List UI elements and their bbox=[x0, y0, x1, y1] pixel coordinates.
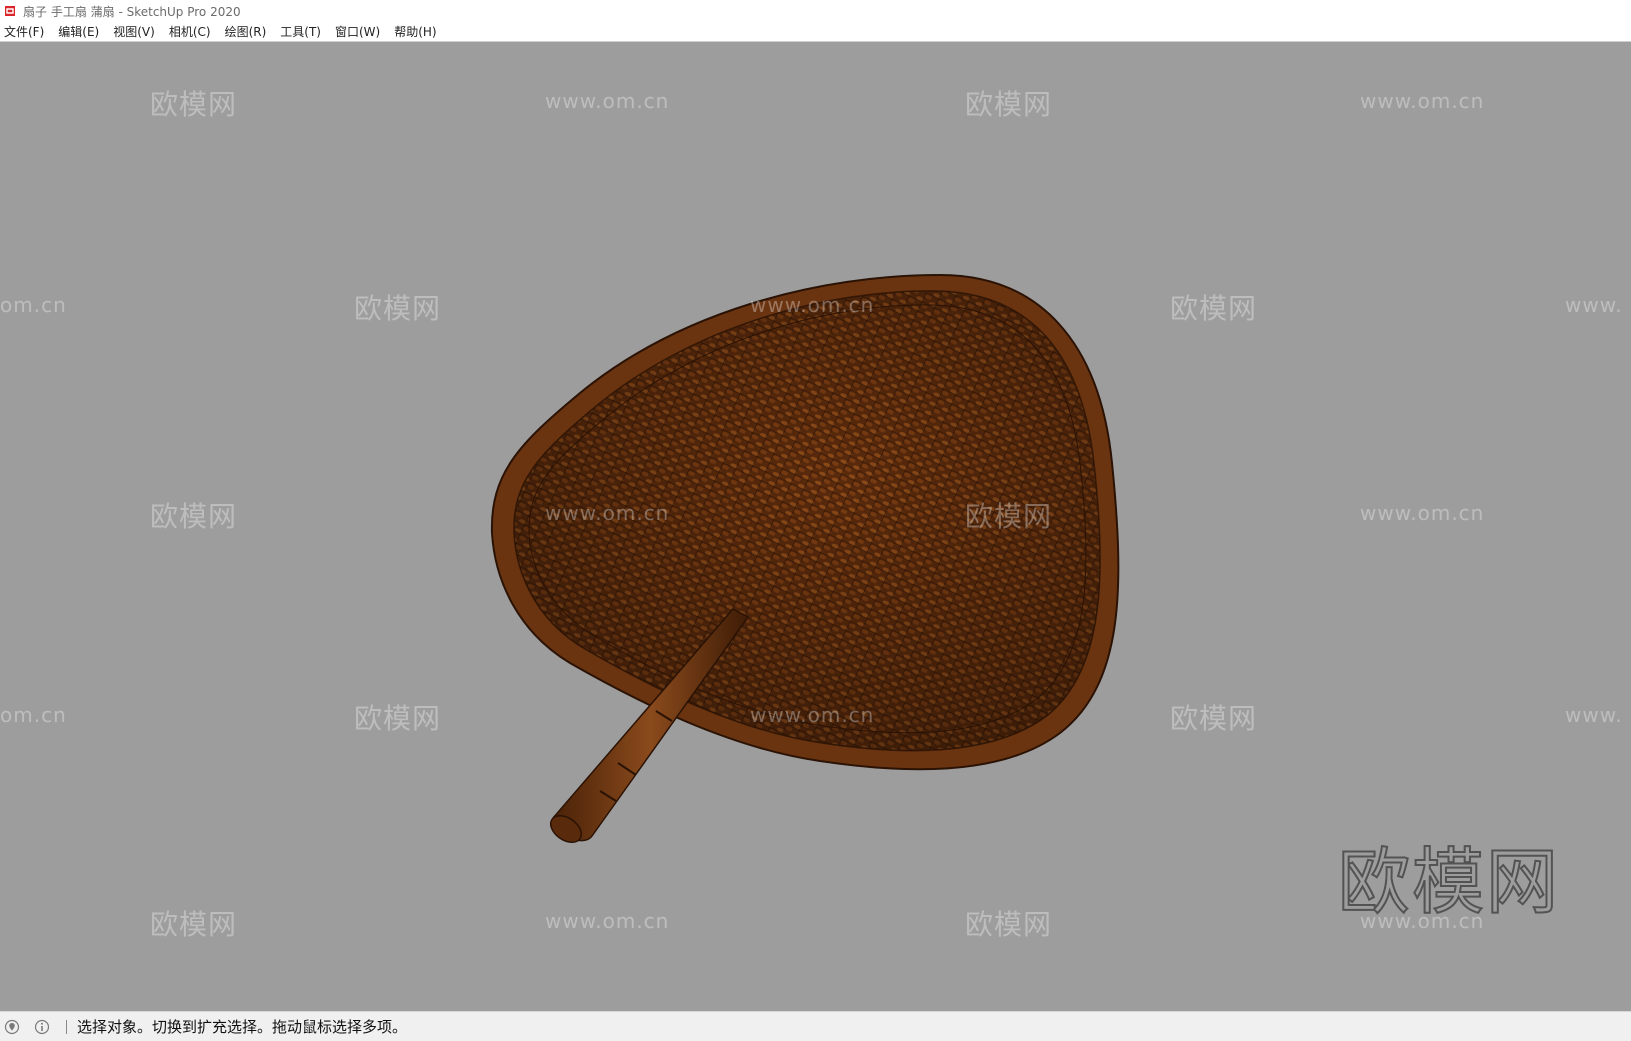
watermark-url: www.om.cn bbox=[545, 89, 670, 113]
window-title: 扇子 手工扇 蒲扇 - SketchUp Pro 2020 bbox=[23, 4, 241, 19]
sketchup-logo-icon bbox=[5, 6, 15, 16]
watermark-url: www.om.cn bbox=[750, 703, 875, 727]
watermark-brand: 欧模网 bbox=[150, 500, 238, 533]
watermark-url: www.om.cn bbox=[1360, 89, 1485, 113]
title-bar: 扇子 手工扇 蒲扇 - SketchUp Pro 2020 bbox=[0, 0, 1631, 22]
status-divider bbox=[66, 1019, 67, 1034]
menu-bar: 文件(F) 编辑(E) 视图(V) 相机(C) 绘图(R) 工具(T) 窗口(W… bbox=[0, 22, 1631, 42]
watermark-brand: 欧模网 bbox=[354, 702, 442, 735]
watermark-url: www.om.cn bbox=[545, 501, 670, 525]
watermark-brand: 欧模网 bbox=[150, 88, 238, 121]
watermark-url-partial: www. bbox=[1565, 293, 1623, 317]
status-message: 选择对象。切换到扩充选择。拖动鼠标选择多项。 bbox=[77, 1018, 408, 1036]
watermark-url-partial: om.cn bbox=[0, 703, 67, 727]
watermark-url-partial: om.cn bbox=[0, 293, 67, 317]
status-bar: 选择对象。切换到扩充选择。拖动鼠标选择多项。 bbox=[0, 1011, 1631, 1041]
geo-location-icon[interactable] bbox=[4, 1019, 20, 1035]
info-icon[interactable] bbox=[34, 1019, 50, 1035]
menu-file[interactable]: 文件(F) bbox=[4, 23, 44, 40]
watermark-url: www.om.cn bbox=[545, 909, 670, 933]
watermark-brand: 欧模网 bbox=[965, 500, 1053, 533]
menu-tools[interactable]: 工具(T) bbox=[280, 23, 321, 40]
watermark-url: www.om.cn bbox=[750, 293, 875, 317]
menu-draw[interactable]: 绘图(R) bbox=[225, 23, 267, 40]
menu-view[interactable]: 视图(V) bbox=[113, 23, 155, 40]
menu-window[interactable]: 窗口(W) bbox=[335, 23, 380, 40]
watermark-brand: 欧模网 bbox=[965, 88, 1053, 121]
watermark-brand: 欧模网 bbox=[965, 908, 1053, 941]
watermark-url-partial: www. bbox=[1565, 703, 1623, 727]
menu-camera[interactable]: 相机(C) bbox=[169, 23, 211, 40]
watermark-brand: 欧模网 bbox=[150, 908, 238, 941]
watermark-brand: 欧模网 bbox=[1170, 292, 1258, 325]
menu-help[interactable]: 帮助(H) bbox=[394, 23, 436, 40]
watermark-url: www.om.cn bbox=[1360, 501, 1485, 525]
watermark-brand-large: 欧模网 bbox=[1337, 839, 1561, 925]
model-viewport[interactable]: 欧模网 www.om.cn 欧模网 www.om.cn om.cn 欧模网 ww… bbox=[0, 43, 1631, 1011]
watermark-brand: 欧模网 bbox=[354, 292, 442, 325]
menu-edit[interactable]: 编辑(E) bbox=[58, 23, 99, 40]
watermark-brand: 欧模网 bbox=[1170, 702, 1258, 735]
